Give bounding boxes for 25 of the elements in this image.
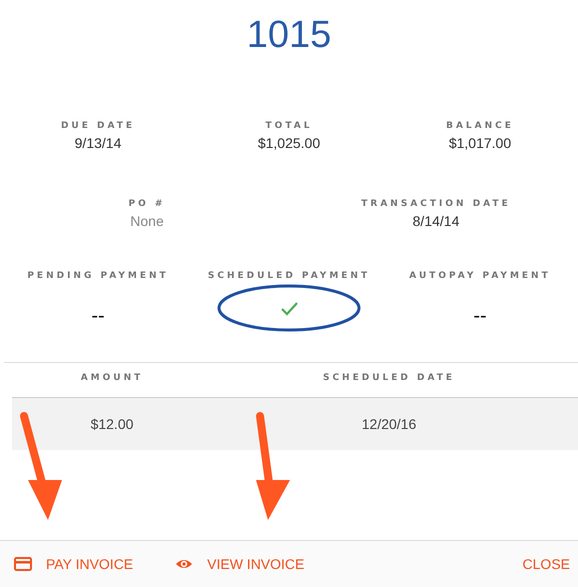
invoice-number: 1015 xyxy=(246,13,332,58)
credit-card-icon xyxy=(14,556,32,572)
payment-status: -- xyxy=(473,304,487,328)
check-icon xyxy=(280,300,298,316)
field-label: BALANCE xyxy=(446,121,514,131)
column-header: AMOUNT xyxy=(80,373,144,383)
field-label: DUE DATE xyxy=(60,121,136,131)
field-value: 9/13/14 xyxy=(74,135,122,151)
footer-button[interactable]: PAY INVOICE xyxy=(14,552,134,576)
table-cell-text: 12/20/16 xyxy=(360,416,418,432)
field-value: $1,017.00 xyxy=(448,135,512,151)
column-header: SCHEDULED DATE xyxy=(322,373,456,383)
field-label: PO # xyxy=(128,199,166,209)
field-label: TOTAL xyxy=(266,121,312,131)
field-value: 8/14/14 xyxy=(412,213,460,229)
payment-label: AUTOPAY PAYMENT xyxy=(409,271,551,281)
footer-button[interactable]: CLOSE xyxy=(522,552,570,576)
field-value: None xyxy=(130,213,164,229)
footer-button[interactable]: VIEW INVOICE xyxy=(175,552,304,576)
field-value: $1,025.00 xyxy=(258,135,320,151)
payment-status: -- xyxy=(91,304,105,328)
payment-label: SCHEDULED PAYMENT xyxy=(208,271,370,281)
table-cell-text: $12.00 xyxy=(90,416,134,432)
payment-label: PENDING PAYMENT xyxy=(27,271,169,281)
field-label: TRANSACTION DATE xyxy=(361,199,511,209)
